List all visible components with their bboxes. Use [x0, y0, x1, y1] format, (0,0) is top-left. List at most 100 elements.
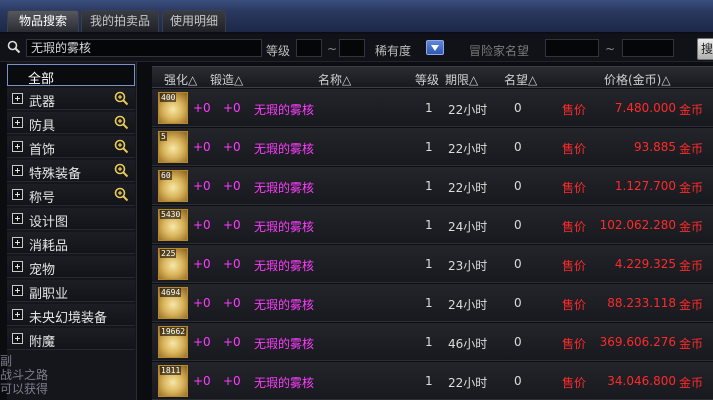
- table-row[interactable]: 4694 +0 +0 无瑕的雾核 1 24小时 0 售价 88.233.118 …: [152, 284, 713, 322]
- mist-core-item-icon: 60: [158, 170, 188, 202]
- fame-max-input[interactable]: [622, 39, 674, 57]
- strengthen-value: +0: [193, 335, 211, 349]
- item-duration: 22小时: [448, 103, 488, 117]
- item-level: 1: [425, 257, 433, 271]
- category-label: 全部: [28, 72, 55, 87]
- expand-icon[interactable]: [12, 117, 23, 128]
- category-weiyang-equipment[interactable]: 未央幻境装备: [7, 304, 135, 326]
- category-pet[interactable]: 宠物: [7, 256, 135, 278]
- level-label: 等级: [266, 44, 291, 58]
- price-unit: 金币: [679, 298, 704, 312]
- expand-icon[interactable]: [12, 93, 23, 104]
- price-unit: 金币: [679, 103, 704, 117]
- price-unit: 金币: [679, 337, 704, 351]
- category-title[interactable]: 称号: [7, 184, 135, 206]
- price-unit: 金币: [679, 181, 704, 195]
- item-price: 102.062.280: [599, 218, 676, 232]
- expand-icon[interactable]: [12, 333, 23, 344]
- category-accessory[interactable]: 首饰: [7, 136, 135, 158]
- price-label: 售价: [562, 298, 587, 312]
- category-armor[interactable]: 防具: [7, 112, 135, 134]
- category-weapon[interactable]: 武器: [7, 88, 135, 110]
- item-price: 34.046.800: [607, 374, 676, 388]
- column-name[interactable]: 名称△: [318, 71, 351, 88]
- expand-icon[interactable]: [12, 285, 23, 296]
- table-row[interactable]: 225 +0 +0 无瑕的雾核 1 23小时 0 售价 4.229.325 金币: [152, 245, 713, 283]
- expand-icon[interactable]: [12, 189, 23, 200]
- item-level: 1: [425, 101, 433, 115]
- tab-item-search[interactable]: 物品搜索: [7, 10, 79, 32]
- item-price: 4.229.325: [614, 257, 676, 271]
- category-label: 副职业: [29, 287, 69, 302]
- table-header: 强化△ 锻造△ 名称△ 等级 期限△ 名望△ 价格(金币)△: [152, 66, 713, 88]
- tab-bar: 物品搜索 我的拍卖品 使用明细: [0, 0, 713, 34]
- mist-core-item-icon: 225: [158, 248, 188, 280]
- expand-icon[interactable]: [12, 309, 23, 320]
- category-label: 未央幻境装备: [29, 311, 108, 326]
- table-row[interactable]: 5430 +0 +0 无瑕的雾核 1 24小时 0 售价 102.062.280…: [152, 206, 713, 244]
- forge-value: +0: [223, 335, 241, 349]
- expand-icon[interactable]: [12, 165, 23, 176]
- price-label: 售价: [562, 181, 587, 195]
- table-row[interactable]: 1811 +0 +0 无瑕的雾核 1 22小时 0 售价 34.046.800 …: [152, 362, 713, 400]
- expand-icon[interactable]: [12, 261, 23, 272]
- expand-icon[interactable]: [12, 213, 23, 224]
- column-fame[interactable]: 名望△: [504, 71, 537, 88]
- level-min-input[interactable]: [296, 39, 322, 57]
- item-level: 1: [425, 140, 433, 154]
- category-special-equipment[interactable]: 特殊装备: [7, 160, 135, 182]
- column-strengthen[interactable]: 强化△: [164, 71, 197, 88]
- column-level[interactable]: 等级: [415, 71, 439, 88]
- item-duration: 23小时: [448, 259, 488, 273]
- search-icon: [7, 40, 21, 57]
- category-sub-profession[interactable]: 副职业: [7, 280, 135, 302]
- fame-range-separator: ~: [605, 42, 616, 56]
- column-duration[interactable]: 期限△: [445, 71, 478, 88]
- category-all[interactable]: 全部: [7, 64, 135, 87]
- search-button[interactable]: 搜: [697, 38, 713, 60]
- magnifier-icon[interactable]: [114, 139, 129, 157]
- magnifier-icon[interactable]: [114, 163, 129, 181]
- column-forge[interactable]: 锻造△: [210, 71, 243, 88]
- table-row[interactable]: 60 +0 +0 无瑕的雾核 1 22小时 0 售价 1.127.700 金币: [152, 167, 713, 205]
- magnifier-icon[interactable]: [114, 91, 129, 109]
- fame-min-input[interactable]: [545, 39, 599, 57]
- expand-icon[interactable]: [12, 141, 23, 152]
- price-unit: 金币: [679, 220, 704, 234]
- item-duration: 22小时: [448, 181, 488, 195]
- item-name: 无瑕的雾核: [254, 103, 315, 117]
- table-row[interactable]: 400 +0 +0 无瑕的雾核 1 22小时 0 售价 7.480.000 金币: [152, 89, 713, 127]
- search-input[interactable]: 无瑕的雾核: [26, 39, 262, 57]
- rarity-label: 稀有度: [375, 44, 412, 58]
- item-name: 无瑕的雾核: [254, 220, 315, 234]
- item-name: 无瑕的雾核: [254, 337, 315, 351]
- item-fame: 0: [514, 140, 522, 154]
- price-label: 售价: [562, 376, 587, 390]
- tab-my-auctions[interactable]: 我的拍卖品: [81, 10, 159, 32]
- column-price[interactable]: 价格(金币)△: [604, 71, 671, 88]
- price-label: 售价: [562, 220, 587, 234]
- item-price: 93.885: [634, 140, 676, 154]
- rarity-dropdown-button[interactable]: [426, 40, 444, 55]
- table-row[interactable]: 19662 +0 +0 无瑕的雾核 1 46小时 0 售价 369.606.27…: [152, 323, 713, 361]
- forge-value: +0: [223, 179, 241, 193]
- category-label: 武器: [29, 95, 56, 110]
- category-consumable[interactable]: 消耗品: [7, 232, 135, 254]
- table-row[interactable]: 5 +0 +0 无瑕的雾核 1 22小时 0 售价 93.885 金币: [152, 128, 713, 166]
- strengthen-value: +0: [193, 179, 211, 193]
- magnifier-icon[interactable]: [114, 187, 129, 205]
- item-level: 1: [425, 296, 433, 310]
- tab-usage-details[interactable]: 使用明细: [162, 10, 226, 32]
- mist-core-item-icon: 5430: [158, 209, 188, 241]
- item-fame: 0: [514, 335, 522, 349]
- level-max-input[interactable]: [339, 39, 365, 57]
- results-table: 强化△ 锻造△ 名称△ 等级 期限△ 名望△ 价格(金币)△ 400 +0 +0…: [152, 62, 713, 400]
- search-filter-bar: 无瑕的雾核 等级 ~ 稀有度 冒险家名望 ~ 搜: [0, 34, 713, 62]
- forge-value: +0: [223, 218, 241, 232]
- category-enchant[interactable]: 附魔: [7, 328, 135, 350]
- category-blueprint[interactable]: 设计图: [7, 208, 135, 230]
- item-fame: 0: [514, 374, 522, 388]
- item-fame: 0: [514, 179, 522, 193]
- expand-icon[interactable]: [12, 237, 23, 248]
- magnifier-icon[interactable]: [114, 115, 129, 133]
